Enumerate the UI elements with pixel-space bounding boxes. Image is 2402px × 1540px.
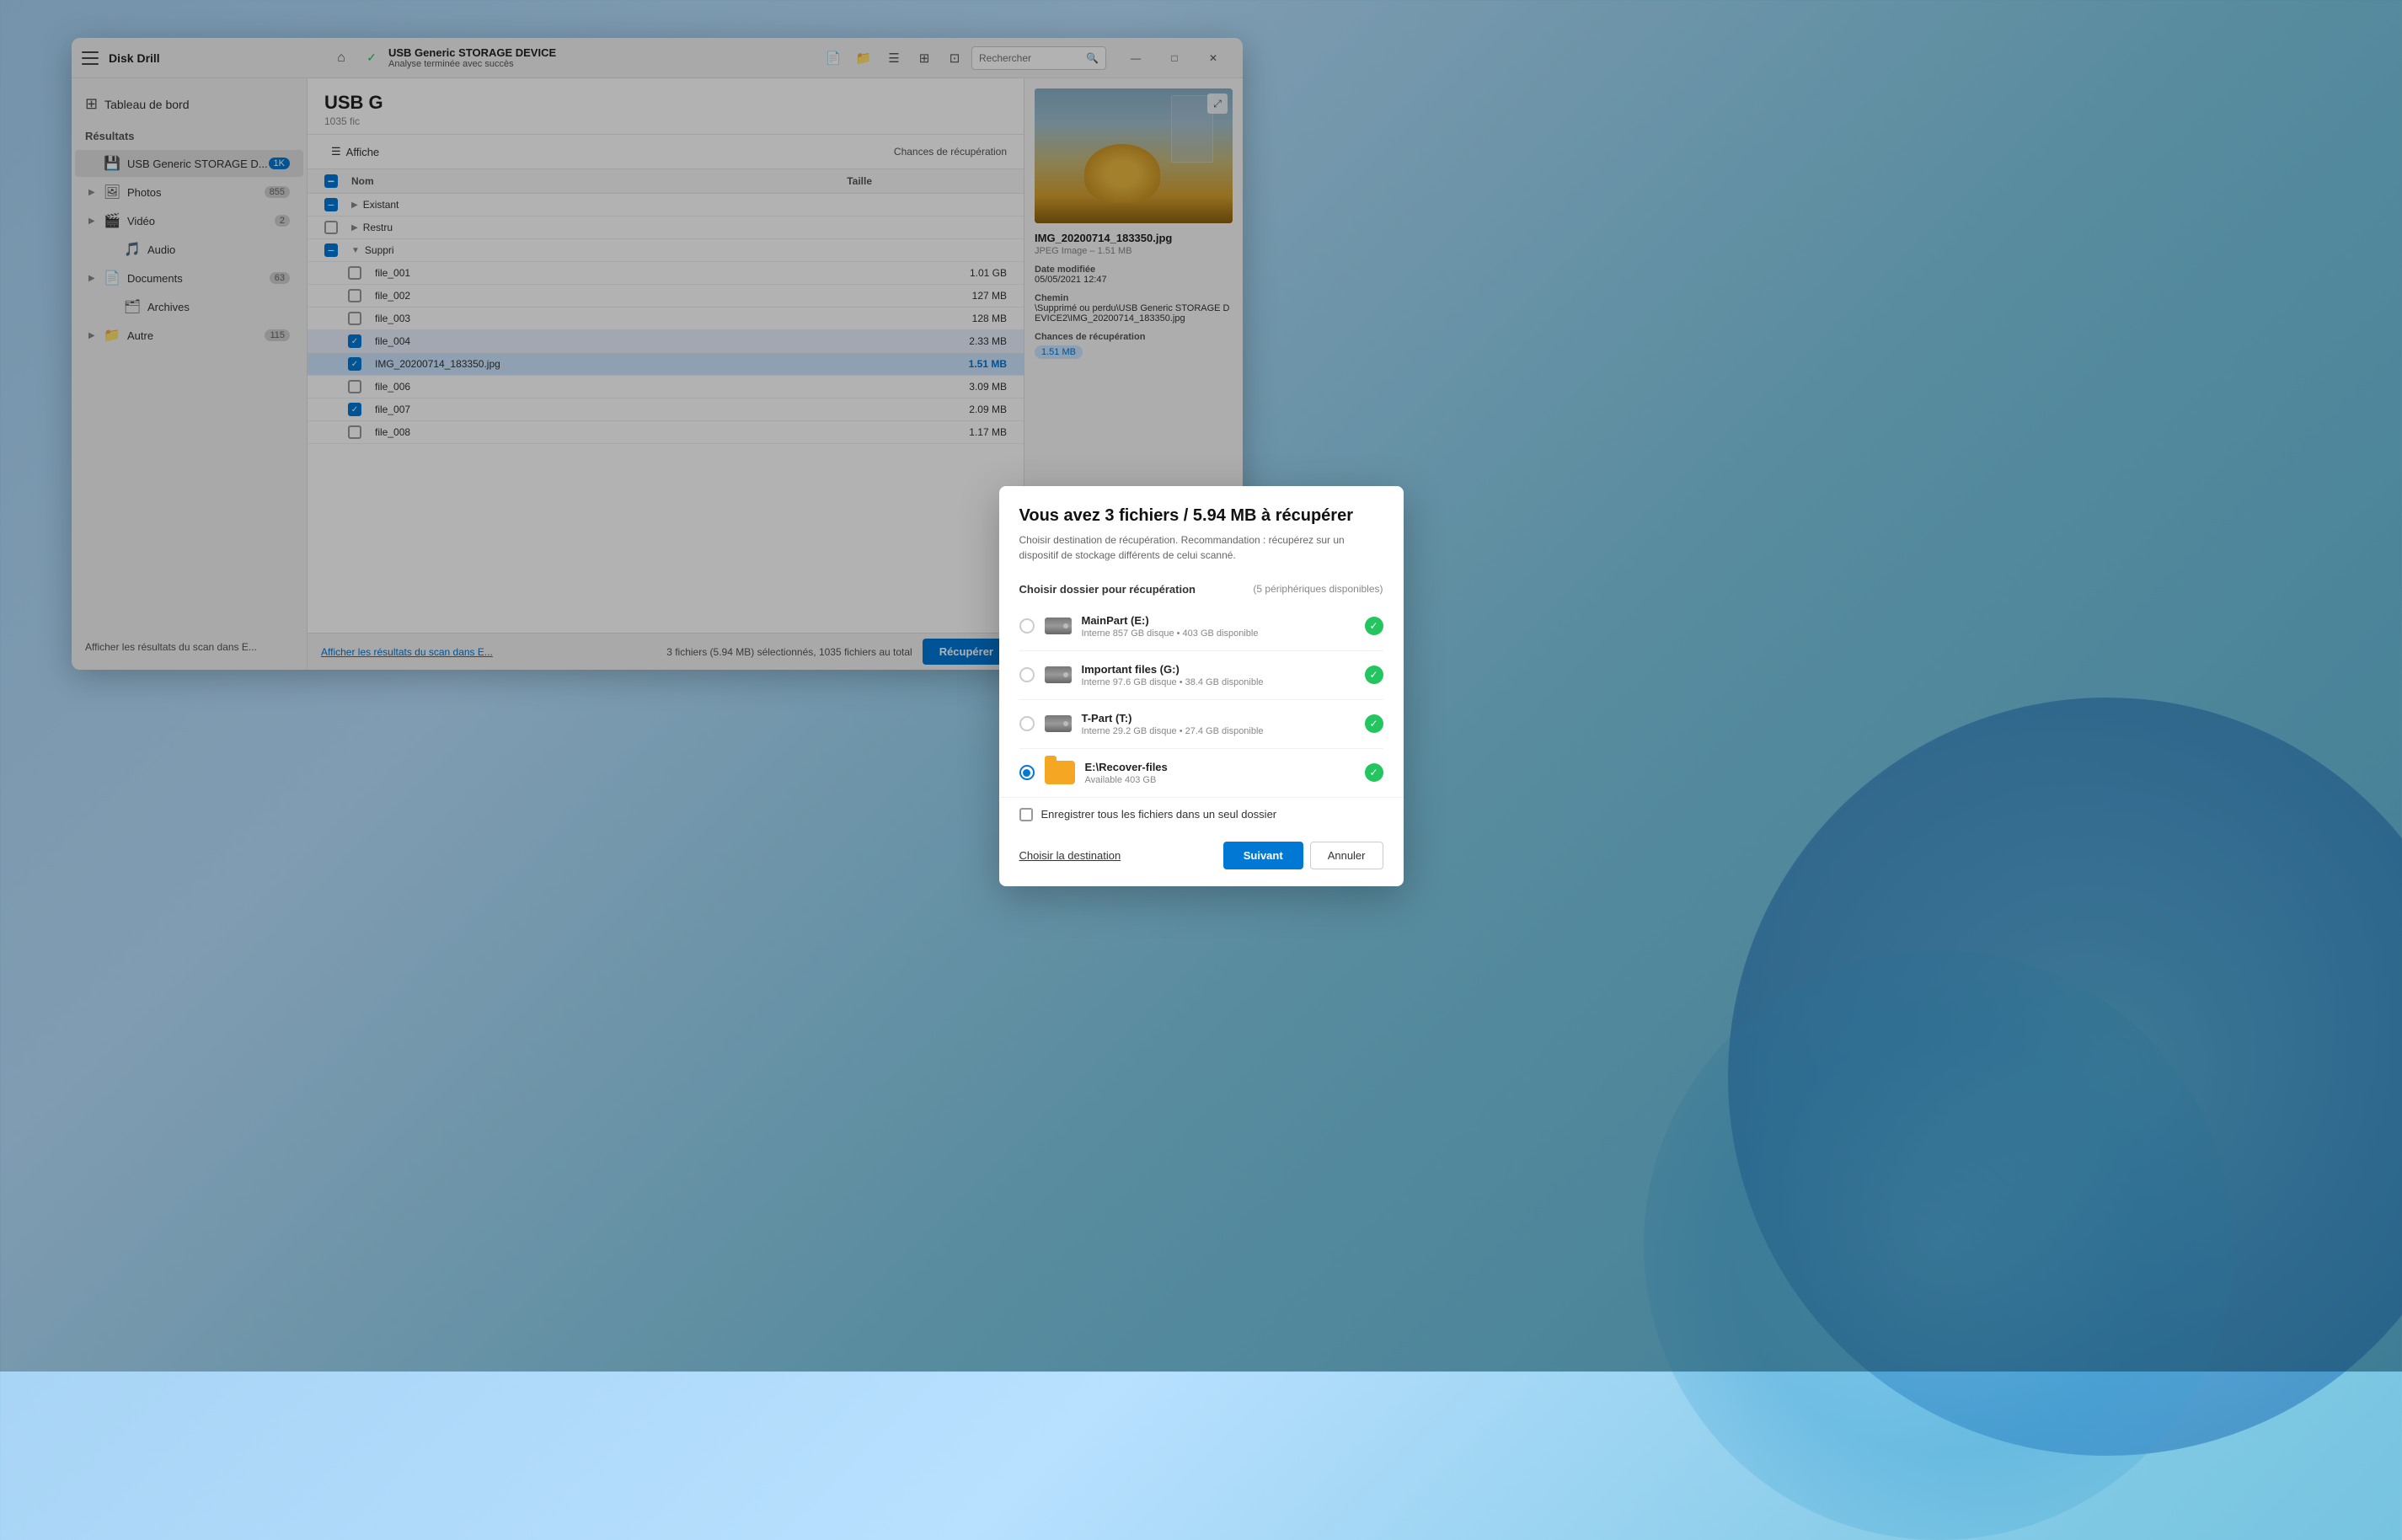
- device-ok-important: ✓: [1365, 666, 1383, 684]
- device-detail-recover: Available 403 GB: [1085, 775, 1355, 785]
- recovery-modal: Vous avez 3 fichiers / 5.94 MB à récupér…: [999, 486, 1404, 886]
- hdd-icon-mainpart: [1045, 618, 1072, 634]
- modal-footer: Choisir la destination Suivant Annuler: [999, 831, 1404, 886]
- device-detail-mainpart: Interne 857 GB disque • 403 GB disponibl…: [1082, 628, 1355, 639]
- radio-recover[interactable]: [1019, 765, 1035, 780]
- device-name-tpart: T-Part (T:): [1082, 712, 1355, 725]
- single-folder-checkbox[interactable]: [1019, 808, 1033, 821]
- device-ok-mainpart: ✓: [1365, 617, 1383, 635]
- device-ok-tpart: ✓: [1365, 714, 1383, 733]
- radio-mainpart[interactable]: [1019, 618, 1035, 634]
- device-ok-recover: ✓: [1365, 763, 1383, 782]
- single-folder-label: Enregistrer tous les fichiers dans un se…: [1041, 808, 1277, 821]
- device-option-recover[interactable]: E:\Recover-files Available 403 GB ✓: [1019, 749, 1383, 797]
- modal-device-list: MainPart (E:) Interne 857 GB disque • 40…: [999, 602, 1404, 797]
- next-button[interactable]: Suivant: [1223, 842, 1303, 869]
- modal-title: Vous avez 3 fichiers / 5.94 MB à récupér…: [1019, 506, 1383, 526]
- device-info-mainpart: MainPart (E:) Interne 857 GB disque • 40…: [1082, 614, 1355, 639]
- device-name-mainpart: MainPart (E:): [1082, 614, 1355, 627]
- devices-count: (5 périphériques disponibles): [1253, 583, 1383, 595]
- cancel-button[interactable]: Annuler: [1310, 842, 1383, 869]
- device-option-tpart[interactable]: T-Part (T:) Interne 29.2 GB disque • 27.…: [1019, 700, 1383, 749]
- hdd-icon-important: [1045, 666, 1072, 683]
- device-info-tpart: T-Part (T:) Interne 29.2 GB disque • 27.…: [1082, 712, 1355, 736]
- radio-important[interactable]: [1019, 667, 1035, 682]
- radio-tpart[interactable]: [1019, 716, 1035, 731]
- modal-overlay[interactable]: Vous avez 3 fichiers / 5.94 MB à récupér…: [0, 0, 2402, 1372]
- device-option-important[interactable]: Important files (G:) Interne 97.6 GB dis…: [1019, 651, 1383, 700]
- device-detail-important: Interne 97.6 GB disque • 38.4 GB disponi…: [1082, 677, 1355, 687]
- modal-section-label: Choisir dossier pour récupération (5 pér…: [999, 573, 1404, 602]
- modal-header: Vous avez 3 fichiers / 5.94 MB à récupér…: [999, 486, 1404, 573]
- modal-btn-group: Suivant Annuler: [1223, 842, 1383, 869]
- device-name-recover: E:\Recover-files: [1085, 761, 1355, 773]
- modal-checkbox-row: Enregistrer tous les fichiers dans un se…: [999, 797, 1404, 831]
- device-detail-tpart: Interne 29.2 GB disque • 27.4 GB disponi…: [1082, 726, 1355, 736]
- hdd-icon-tpart: [1045, 715, 1072, 732]
- choose-folder-label: Choisir dossier pour récupération: [1019, 583, 1196, 596]
- device-info-important: Important files (G:) Interne 97.6 GB dis…: [1082, 663, 1355, 687]
- device-name-important: Important files (G:): [1082, 663, 1355, 676]
- device-option-mainpart[interactable]: MainPart (E:) Interne 857 GB disque • 40…: [1019, 602, 1383, 651]
- folder-icon-recover: [1045, 763, 1075, 782]
- device-info-recover: E:\Recover-files Available 403 GB: [1085, 761, 1355, 785]
- modal-description: Choisir destination de récupération. Rec…: [1019, 532, 1383, 563]
- folder-shape: [1045, 761, 1075, 784]
- choose-destination-button[interactable]: Choisir la destination: [1019, 849, 1121, 862]
